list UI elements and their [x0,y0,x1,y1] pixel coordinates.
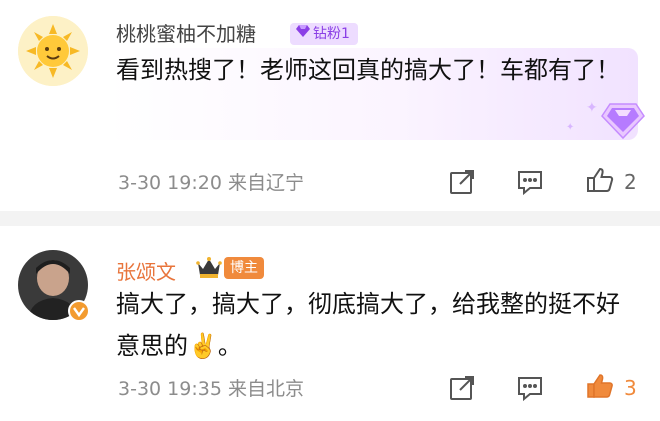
crown-icon [196,255,222,279]
comment-meta: 3-30 19:35 来自北京 [118,378,304,400]
comment-item: 张颂文 博主 搞大了，搞大了，彻底搞大了，给我整的挺不好意思的✌️。 3-30 … [0,0,660,421]
share-icon[interactable] [448,374,476,402]
author-username[interactable]: 张颂文 [116,256,176,285]
like-icon-active[interactable] [586,372,614,400]
blogger-badge[interactable]: 博主 [224,257,264,279]
like-count: 3 [624,376,637,400]
comment-icon[interactable] [516,374,544,402]
verified-icon [68,300,90,322]
comment-text: 搞大了，搞大了，彻底搞大了，给我整的挺不好意思的✌️。 [116,290,620,360]
